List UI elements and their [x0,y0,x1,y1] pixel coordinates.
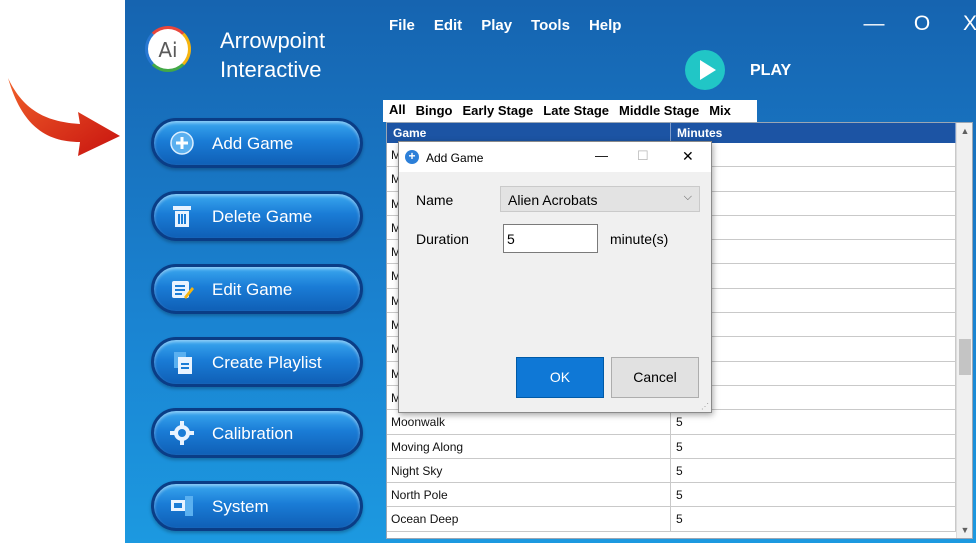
screenshot-stage: Ai Arrowpoint Interactive File Edit Play… [0,0,976,543]
cell-minutes [671,191,956,215]
menu-tools[interactable]: Tools [531,17,570,34]
tab-mix[interactable]: Mix [703,100,757,122]
calibration-label: Calibration [212,424,294,443]
tab-early-stage[interactable]: Early Stage [456,100,537,122]
minimize-button[interactable]: — [860,12,888,36]
trash-icon [173,206,191,227]
create-playlist-button[interactable]: Create Playlist [151,337,363,387]
tab-all[interactable]: All [383,100,410,122]
brand-name: Arrowpoint Interactive [220,26,325,84]
name-select[interactable]: Alien Acrobats ⌵ [500,186,700,212]
table-row[interactable]: Moonwalk 5 [387,410,972,435]
cell-minutes [671,143,956,167]
column-header-game[interactable]: Game [387,123,671,143]
table-row[interactable]: North Pole 5 [387,483,972,508]
playlist-icon [174,352,192,374]
brand-line-1: Arrowpoint [220,28,326,53]
resize-grip-icon[interactable]: ⋰ [701,402,709,411]
cell-game: Moving Along [387,434,671,458]
window-controls: — O X [860,12,976,36]
menu-file[interactable]: File [389,17,415,34]
logo-text: Ai [158,38,178,62]
tab-bingo[interactable]: Bingo [410,100,457,122]
menu-edit[interactable]: Edit [434,17,462,34]
menu-help[interactable]: Help [589,17,622,34]
close-button[interactable]: X [956,12,976,36]
cell-minutes: 5 [671,507,956,531]
tab-middle-stage[interactable]: Middle Stage [613,100,703,122]
cell-minutes: 5 [671,483,956,507]
edit-list-icon [172,281,194,299]
name-label: Name [416,192,454,208]
scroll-down-arrow-icon[interactable]: ▼ [957,522,972,538]
ok-button[interactable]: OK [516,357,604,398]
delete-game-button[interactable]: Delete Game [151,191,363,241]
table-row[interactable]: Night Sky 5 [387,458,972,484]
cell-game: Ocean Deep [387,507,671,531]
dialog-maximize-button: ☐ [637,148,649,163]
cell-minutes: 5 [671,410,956,434]
edit-game-button[interactable]: Edit Game [151,264,363,314]
brand-line-2: Interactive [220,57,322,82]
duration-input[interactable] [503,224,598,253]
cell-game: Night Sky [387,458,671,483]
play-button-label[interactable]: PLAY [750,62,791,80]
red-pointer-arrow-icon [8,78,120,156]
dialog-plus-icon: + [405,150,419,164]
cell-game: Moonwalk [387,410,671,434]
calibration-gear-icon [170,421,194,445]
play-icon[interactable] [685,50,725,90]
maximize-button[interactable]: O [908,12,936,36]
calibration-button[interactable]: Calibration [151,408,363,458]
cell-minutes [671,337,956,361]
cell-minutes [671,240,956,264]
cell-minutes: 5 [671,434,956,458]
scroll-thumb[interactable] [959,339,971,375]
menu-bar: File Edit Play Tools Help [389,17,621,34]
create-playlist-label: Create Playlist [212,353,322,372]
scroll-up-arrow-icon[interactable]: ▲ [957,123,972,139]
table-row[interactable]: Moving Along 5 [387,434,972,459]
category-tabs: All Bingo Early Stage Late Stage Middle … [383,100,757,122]
add-game-dialog: + Add Game — ☐ ✕ Name Alien Acrobats ⌵ D… [398,141,712,413]
cell-minutes: 5 [671,458,956,483]
system-label: System [212,497,269,516]
dialog-minimize-button[interactable]: — [595,148,608,163]
duration-unit-label: minute(s) [610,231,669,247]
cell-minutes [671,215,956,240]
table-row[interactable]: Ocean Deep 5 [387,507,972,532]
logo: Ai [145,26,191,72]
system-button[interactable]: System [151,481,363,531]
cell-minutes [671,167,956,191]
add-game-label: Add Game [212,134,294,153]
plus-circle-icon [170,131,194,155]
cell-minutes [671,264,956,288]
table-scrollbar[interactable]: ▲ ▼ [956,123,972,538]
cancel-button[interactable]: Cancel [611,357,699,398]
system-icon [171,496,193,516]
cell-minutes [671,361,956,385]
table-header: Game Minutes [387,123,972,143]
name-select-value: Alien Acrobats [508,192,598,208]
menu-play[interactable]: Play [481,17,512,34]
dialog-title: Add Game [426,151,484,165]
dialog-close-button[interactable]: ✕ [682,148,694,165]
dialog-titlebar: + Add Game — ☐ ✕ [399,142,711,172]
chevron-down-icon: ⌵ [683,191,692,203]
column-header-minutes[interactable]: Minutes [671,123,956,143]
cell-game: North Pole [387,483,671,507]
duration-label: Duration [416,231,469,247]
cell-minutes [671,288,956,313]
add-game-button[interactable]: Add Game [151,118,363,168]
delete-game-label: Delete Game [212,207,313,226]
cell-minutes [671,385,956,410]
edit-game-label: Edit Game [212,280,293,299]
cell-minutes [671,313,956,337]
tab-late-stage[interactable]: Late Stage [537,100,613,122]
